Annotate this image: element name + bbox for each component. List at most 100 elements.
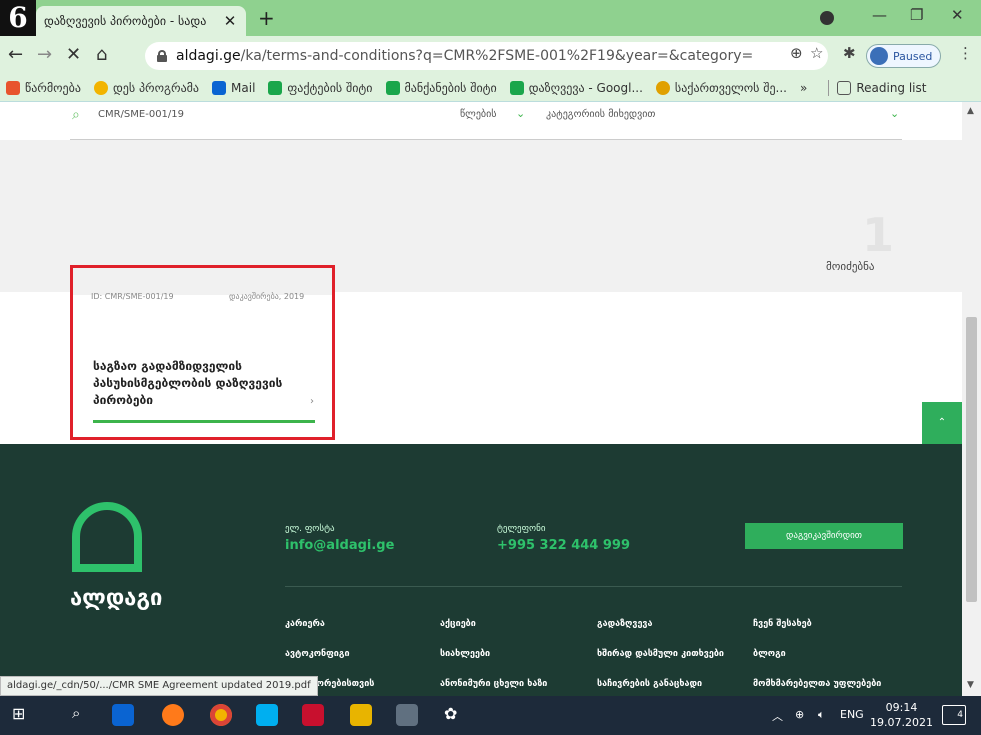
tab-close-icon[interactable]: ✕ [222, 12, 238, 30]
paused-sync-button[interactable]: Paused [866, 44, 942, 68]
footer-link[interactable]: მომხმარებელთა უფლებები [753, 679, 881, 689]
bookmark-label: დაზღვევა - Googl... [528, 80, 643, 95]
card-title[interactable]: საგზაო გადამზიდველის პასუხისმგებლობის და… [93, 358, 293, 409]
footer-link[interactable]: ანონიმური ცხელი ხაზი [440, 679, 547, 689]
close-window-icon[interactable]: ✕ [951, 6, 964, 24]
chevron-down-icon[interactable]: ⌄ [890, 107, 899, 120]
chrome-icon[interactable] [210, 704, 232, 726]
volume-icon[interactable]: 🔈︎ [818, 708, 825, 722]
sheets-icon [509, 80, 524, 95]
reading-list-button[interactable]: Reading list [837, 80, 926, 95]
search-input[interactable]: CMR/SME-001/19 [98, 109, 184, 120]
address-path: /ka/terms-and-conditions?q=CMR%2FSME-001… [240, 48, 754, 64]
status-url-tooltip: aldagi.ge/_cdn/50/.../CMR SME Agreement … [0, 676, 318, 696]
clock-time: 09:14 [885, 701, 918, 714]
results-count: 1 [862, 208, 895, 262]
avatar [870, 47, 888, 65]
chevron-down-icon[interactable]: ⌄ [516, 107, 525, 120]
aldagi-logo-icon[interactable] [72, 502, 142, 572]
document-card[interactable]: ID: CMR/SME-001/19 დაკავშირება, 2019 საგ… [70, 265, 335, 440]
search-filter-row: ⌕ CMR/SME-001/19 წლების ⌄ კატეგორიის მიხ… [70, 102, 902, 140]
card-category: დაკავშირება, 2019 [229, 292, 305, 301]
scroll-thumb[interactable] [966, 317, 977, 602]
footer-link[interactable]: ჩვენ შესახებ [753, 619, 812, 629]
bookmark-item[interactable]: დეს პროგრამა [93, 80, 200, 95]
card-accent-bar [93, 420, 315, 423]
file-explorer-icon[interactable] [350, 704, 372, 726]
scroll-to-top-button[interactable]: ⌃ [922, 402, 962, 444]
course-icon [93, 80, 108, 95]
minimize-icon[interactable]: — [872, 6, 887, 24]
bookmark-label: საქართველოს შე... [674, 80, 787, 95]
scroll-up-icon[interactable]: ▲ [967, 106, 974, 116]
firefox-icon[interactable] [162, 704, 184, 726]
windows-taskbar: ⊞ ⌕ ✿ ︿ ⊕ 🔈︎ ENG 09:14 19.07.2021 4 [0, 696, 981, 735]
settings-gear-icon[interactable]: ✿ [444, 704, 466, 726]
results-label: მოიძებნა [826, 260, 875, 273]
windows-start-icon[interactable]: ⊞ [12, 704, 34, 726]
footer-link[interactable]: ავტოკონფიგი [285, 649, 350, 659]
bookmark-label: დეს პროგრამა [112, 80, 200, 95]
chevron-right-icon[interactable]: › [310, 396, 314, 407]
address-bar[interactable]: aldagi.ge/ka/terms-and-conditions?q=CMR%… [145, 42, 828, 70]
scroll-down-icon[interactable]: ▼ [967, 680, 974, 690]
footer-link[interactable]: სიახლეები [440, 649, 490, 659]
footer-link[interactable]: აქციები [440, 619, 476, 629]
email-link[interactable]: info@aldagi.ge [285, 538, 394, 553]
home-icon[interactable]: ⌂ [96, 44, 107, 65]
bookmark-star-icon[interactable]: ☆ [810, 44, 823, 62]
card-id: ID: CMR/SME-001/19 [91, 292, 174, 301]
restore-icon[interactable]: ❐ [910, 6, 923, 24]
extensions-icon[interactable]: ✱ [843, 44, 856, 62]
stop-loading-icon[interactable]: ✕ [66, 44, 81, 65]
email-label: ელ. ფოსტა [285, 524, 335, 534]
clock[interactable]: 09:14 19.07.2021 [870, 700, 933, 730]
zoom-icon[interactable]: ⊕ [790, 44, 803, 62]
footer-link[interactable]: კარიერა [285, 619, 325, 629]
lock-icon [157, 50, 167, 62]
category-filter[interactable]: კატეგორიის მიხედვით [546, 109, 655, 120]
sheets-icon [268, 80, 283, 95]
footer-link[interactable]: საჩივრების განაცხადი [597, 679, 702, 689]
search-icon[interactable]: ⌕ [72, 704, 94, 726]
contact-us-button[interactable]: დაგვიკავშირდით [745, 523, 903, 549]
back-arrow-icon[interactable]: ← [8, 44, 23, 65]
bookmark-item[interactable]: საქართველოს შე... [655, 80, 787, 95]
phone-label: ტელეფონი [497, 524, 546, 534]
bookmark-item[interactable]: ფაქტების შიტი [268, 80, 373, 95]
outlook-icon [212, 80, 227, 95]
browser-tab[interactable]: დაზღვევის პირობები - სადა ✕ [36, 6, 246, 36]
search-icon[interactable]: ⌕ [72, 107, 80, 123]
footer-link[interactable]: ხშირად დასმული კითხვები [597, 649, 724, 659]
forward-arrow-icon[interactable]: → [37, 44, 52, 65]
tray-chevron-up-icon[interactable]: ︿ [772, 708, 783, 724]
bookmark-label: წარმოება [25, 80, 81, 95]
footer-link[interactable]: გადაზღვევა [597, 619, 653, 629]
footer-link[interactable]: ბლოგი [753, 649, 786, 659]
clock-date: 19.07.2021 [870, 716, 933, 729]
acrobat-icon[interactable] [302, 704, 324, 726]
bookmark-item[interactable]: წარმოება [6, 80, 81, 95]
year-filter[interactable]: წლების [460, 109, 496, 120]
new-tab-icon[interactable]: + [258, 6, 275, 30]
bookmark-item[interactable]: დაზღვევა - Googl... [509, 80, 643, 95]
bookmarks-bar: წარმოება დეს პროგრამა Mail ფაქტების შიტი… [0, 74, 981, 102]
outlook-icon[interactable] [112, 704, 134, 726]
bookmark-label: მანქანების შიტი [404, 80, 497, 95]
paint-icon[interactable] [396, 704, 418, 726]
browser-toolbar: ← → ✕ ⌂ aldagi.ge/ka/terms-and-condition… [0, 36, 981, 74]
bookmarks-more-button[interactable]: » [800, 81, 807, 95]
page-scrollbar[interactable]: ▲ ▼ [962, 102, 981, 696]
profile-icon[interactable] [820, 11, 834, 25]
phone-link[interactable]: +995 322 444 999 [497, 538, 630, 553]
bookmark-item[interactable]: Mail [212, 80, 255, 95]
language-indicator[interactable]: ENG [840, 708, 864, 721]
notifications-icon[interactable]: 4 [942, 705, 966, 725]
card-body: ID: CMR/SME-001/19 დაკავშირება, 2019 საგ… [73, 268, 332, 437]
bookmark-item[interactable]: მანქანების შიტი [385, 80, 497, 95]
site-footer: ალდაგი ელ. ფოსტა info@aldagi.ge ტელეფონი… [0, 444, 962, 696]
skype-icon[interactable] [256, 704, 278, 726]
bookmark-label: ფაქტების შიტი [287, 80, 373, 95]
menu-kebab-icon[interactable]: ⋮ [958, 44, 973, 62]
network-icon[interactable]: ⊕ [795, 708, 804, 721]
